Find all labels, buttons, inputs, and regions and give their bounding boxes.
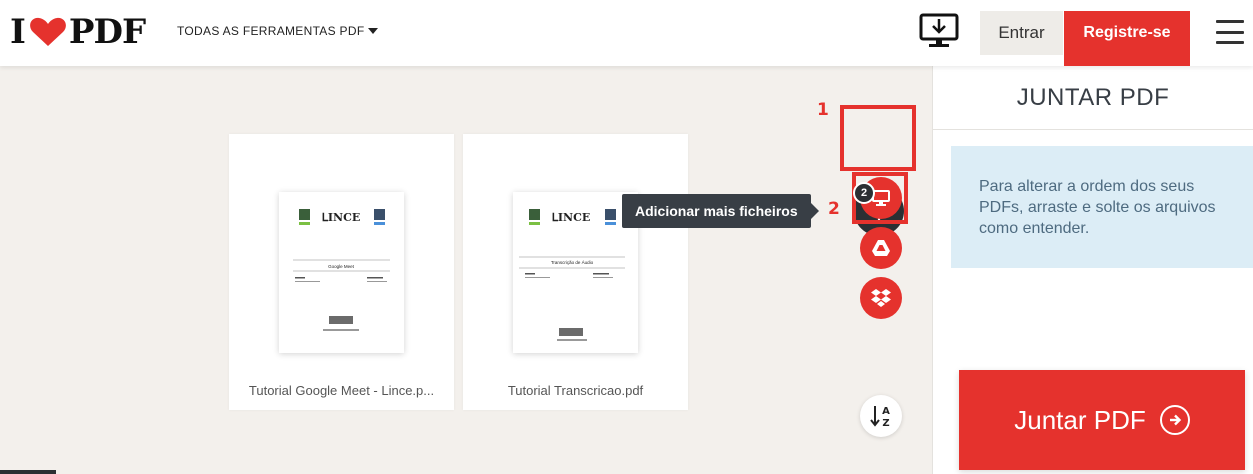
sort-letter-z: Z [882,418,889,429]
login-button[interactable]: Entrar [980,11,1063,55]
arrow-circle-right-icon [1159,405,1190,435]
dropbox-icon [871,289,891,307]
top-header: I PDF TODAS AS FERRAMENTAS PDF Entrar Re… [0,0,1253,66]
bottom-scroll-indicator [0,470,56,474]
pdf-thumbnail: ᒪINCE Google Meet [279,192,404,353]
menu-bar [1216,20,1244,23]
page-preview-image: ᒪINCE Transcrição de Áudio [519,209,625,341]
all-tools-menu[interactable]: TODAS AS FERRAMENTAS PDF [177,24,379,38]
highlight-box-step-1 [840,105,916,171]
logo-text-pdf: PDF [68,12,146,52]
svg-text:ᒪINCE: ᒪINCE [552,211,590,224]
logo-letter-i: I [10,12,26,52]
menu-bar [1216,30,1244,34]
step-2-label: 2 [828,199,840,219]
caret-down-icon [368,28,379,34]
file-card[interactable]: ᒪINCE Transcrição de Áudio Tutorial Tran… [463,134,688,410]
all-tools-label: TODAS AS FERRAMENTAS PDF [177,24,365,38]
pdf-thumbnail: ᒪINCE Transcrição de Áudio [513,192,638,353]
menu-bar [1216,41,1244,44]
merge-sidebar: JUNTAR PDF Para alterar a ordem dos seus… [932,66,1253,474]
sort-letter-a: A [882,406,890,417]
sidebar-title: JUNTAR PDF [933,66,1253,130]
reorder-info-text: Para alterar a ordem dos seus PDFs, arra… [979,178,1216,237]
add-files-tooltip: Adicionar mais ficheiros [622,194,819,228]
sort-az-button[interactable]: A Z [860,395,902,437]
file-count-badge: 2 [853,182,875,204]
file-card[interactable]: ᒪINCE Google Meet Tutorial Google Meet -… [229,134,454,410]
google-drive-icon [872,240,890,256]
upload-from-google-drive-button[interactable] [860,227,902,269]
file-name: Tutorial Google Meet - Lince.p... [248,382,435,398]
upload-from-dropbox-button[interactable] [860,277,902,319]
heart-logo-icon [30,17,66,46]
desktop-download-icon[interactable] [918,12,960,50]
signup-button[interactable]: Registre-se [1064,11,1190,66]
merge-pdf-label: Juntar PDF [1014,404,1146,435]
doc-title: Transcrição de Áudio [551,259,594,265]
doc-title: Google Meet [328,264,355,269]
sort-az-icon: A Z [870,406,890,429]
ilovepdf-logo[interactable]: I PDF [10,12,146,52]
reorder-info-box: Para alterar a ordem dos seus PDFs, arra… [951,146,1253,268]
page-preview-image: ᒪINCE Google Meet [293,209,390,331]
file-name: Tutorial Transcricao.pdf [507,382,644,398]
merge-pdf-button[interactable]: Juntar PDF [959,370,1245,470]
hamburger-menu-icon[interactable] [1216,20,1244,44]
step-1-label: 1 [817,100,829,120]
file-workspace: ᒪINCE Google Meet Tutorial Google Meet -… [0,66,932,474]
svg-text:ᒪINCE: ᒪINCE [322,211,360,224]
